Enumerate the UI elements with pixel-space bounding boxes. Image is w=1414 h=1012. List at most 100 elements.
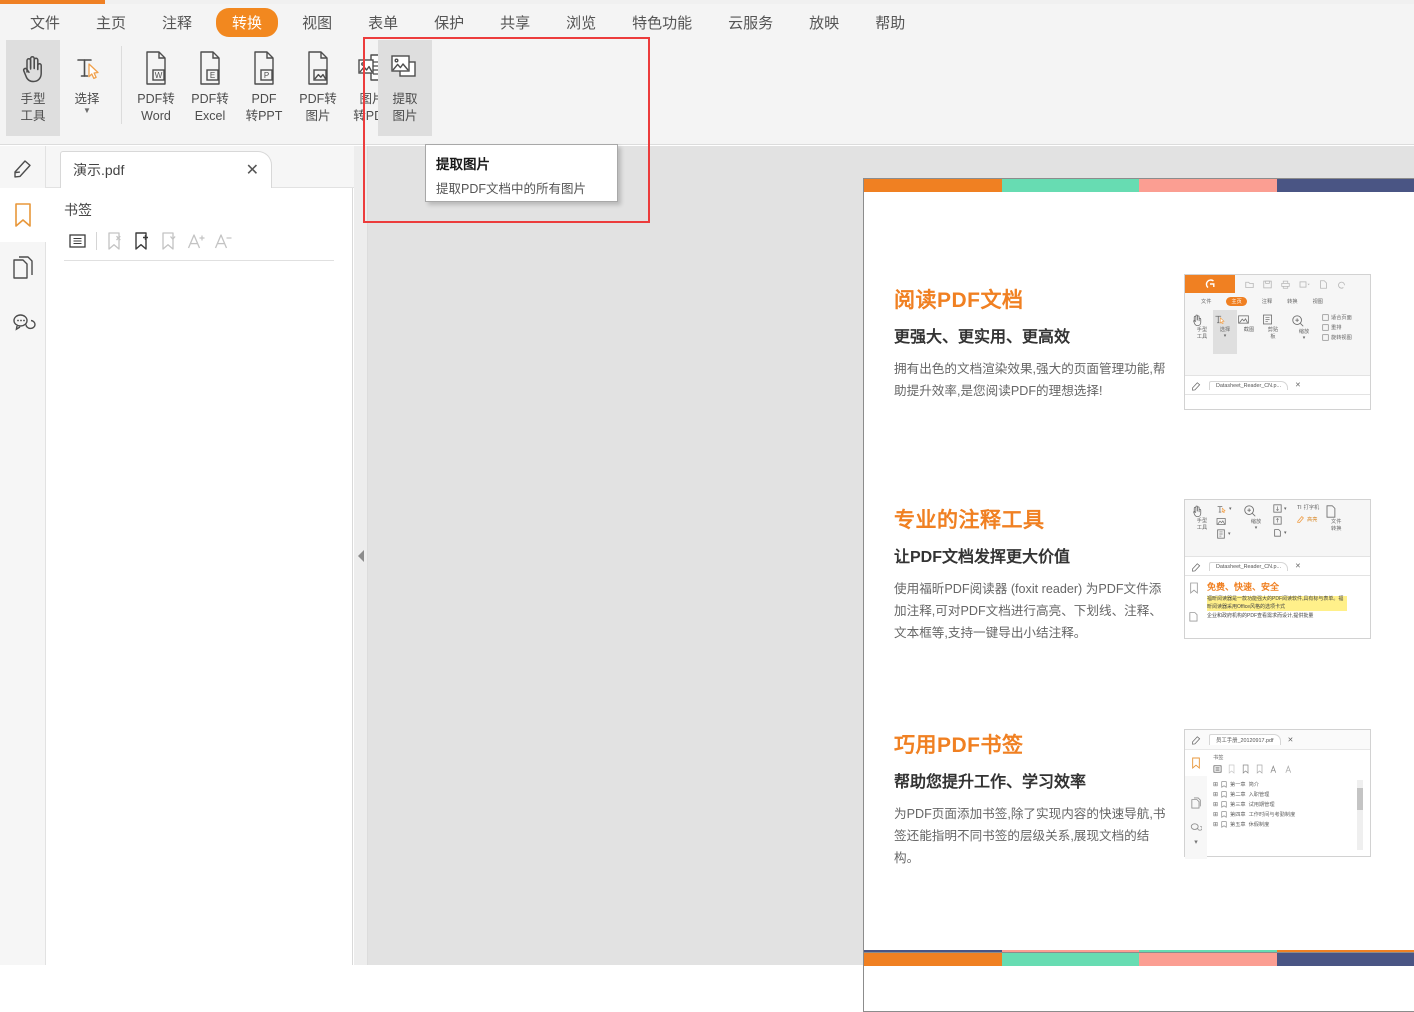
mini2-doc-line-1: 福昕阅读器是一款功能强大的PDF阅读软件,具有标与表单。福昕阅读器采用Offic… <box>1207 596 1347 611</box>
mini-tab-close-3: ✕ <box>1287 736 1294 744</box>
menu-protect[interactable]: 保护 <box>434 8 464 37</box>
mini-tool-zoom-caret: ▾ <box>1302 335 1306 341</box>
menu-home[interactable]: 主页 <box>96 8 126 37</box>
mini3-bm-chapter-1: 第二章 <box>1230 792 1246 798</box>
mini3-bookmark-row[interactable]: ⊞ 第五章 休假制度 <box>1213 821 1370 828</box>
tooltip-title: 提取图片 <box>436 157 490 172</box>
extract-image-label-1: 提取 <box>392 92 418 106</box>
close-icon[interactable]: ✕ <box>246 160 259 180</box>
mini3-bm-title-4: 休假制度 <box>1248 822 1270 828</box>
pdf-to-ppt-button[interactable]: P PDF 转PPT <box>237 40 291 136</box>
mini-reflow: 重排 <box>1331 325 1342 331</box>
mini2-highlight: 高亮 <box>1307 516 1318 523</box>
page2-colorbar-top <box>864 953 1414 966</box>
menu-cloud[interactable]: 云服务 <box>728 8 773 37</box>
mini3-bm-title-3: 工作时间与考勤制度 <box>1248 812 1296 818</box>
menu-present[interactable]: 放映 <box>809 8 839 37</box>
menu-comment[interactable]: 注释 <box>162 8 192 37</box>
font-decrease-icon[interactable] <box>210 228 237 254</box>
mini-tab-filename-2: Datasheet_Reader_CN.p... <box>1209 561 1289 571</box>
menu-help[interactable]: 帮助 <box>875 8 905 37</box>
hand-tool-button[interactable]: 手型 工具 <box>6 40 60 136</box>
select-tool-button[interactable]: 选择 ▼ <box>60 40 114 136</box>
document-tab[interactable]: 演示.pdf ✕ <box>60 151 272 188</box>
pdf-to-word-label-1: PDF转 <box>137 92 175 106</box>
chevron-down-icon[interactable]: ▼ <box>83 107 91 115</box>
mini-rotate-view: 旋转视图 <box>1331 335 1352 341</box>
rail-bookmark-icon[interactable] <box>0 188 46 242</box>
mini2-doc-heading: 免费、快速、安全 <box>1207 582 1280 592</box>
font-increase-icon[interactable] <box>183 228 210 254</box>
pdf-to-excel-icon: E <box>195 46 225 90</box>
select-tool-label: 选择 <box>74 92 100 106</box>
menu-file[interactable]: 文件 <box>30 8 60 37</box>
mini-tool-select: 选择 <box>1219 327 1231 333</box>
mini2-tool-hand-2: 工具 <box>1196 525 1208 531</box>
pdf-to-image-button[interactable]: PDF转 图片 <box>291 40 345 136</box>
menu-convert[interactable]: 转换 <box>216 7 279 37</box>
menu-browse[interactable]: 浏览 <box>566 8 596 37</box>
menu-view[interactable]: 视图 <box>302 8 332 37</box>
mini3-bm-title-1: 入职管理 <box>1248 792 1270 798</box>
panel-collapse-handle[interactable] <box>354 146 368 965</box>
pdf-to-excel-label-1: PDF转 <box>191 92 229 106</box>
mini-menu-view-1: 视图 <box>1312 299 1323 305</box>
pdf-to-word-button[interactable]: W PDF转 Word <box>129 40 183 136</box>
mini3-scrollbar[interactable] <box>1357 780 1363 850</box>
mini3-bookmark-row[interactable]: ⊞ 第二章 入职管理 <box>1213 791 1370 798</box>
chevron-left-icon <box>357 549 364 562</box>
mini3-bookmark-row[interactable]: ⊞ 第一章 简介 <box>1213 781 1370 788</box>
rail-comments-icon[interactable] <box>0 296 46 350</box>
rail-highlight-icon[interactable] <box>0 146 45 188</box>
menu-features[interactable]: 特色功能 <box>632 8 692 37</box>
mini-fit-page: 适合页面 <box>1331 315 1352 321</box>
mini2-tool-zoom: 缩放 <box>1250 519 1262 525</box>
mini-quickbar-1 <box>1185 275 1370 293</box>
pdf-to-image-icon <box>303 46 333 90</box>
svg-text:W: W <box>155 71 163 80</box>
menu-form[interactable]: 表单 <box>368 8 398 37</box>
pdf-to-ppt-icon: P <box>249 46 279 90</box>
mini2-zoom-caret: ▾ <box>1254 525 1258 531</box>
mini-tabbar-1: Datasheet_Reader_CN.p... ✕ <box>1185 375 1370 394</box>
tooltip-description: 提取PDF文档中的所有图片 <box>436 182 587 196</box>
bookmark-panel: 书签 <box>46 188 353 965</box>
pdf-viewer-area: 阅读PDF文档 更强大、更实用、更高效 拥有出色的文档渲染效果,强大的页面管理功… <box>354 146 1414 1012</box>
pdf-to-excel-button[interactable]: E PDF转 Excel <box>183 40 237 136</box>
bookmark-delete-icon[interactable] <box>102 228 129 254</box>
rail-pages-icon[interactable] <box>0 242 46 296</box>
pdf-to-ppt-label-1: PDF <box>251 92 277 106</box>
mini-tool-clipboard-2: 板 <box>1270 334 1276 340</box>
mini-tab-close-1: ✕ <box>1295 382 1301 389</box>
pdf-to-word-label-2: Word <box>141 109 171 123</box>
svg-text:P: P <box>264 71 269 80</box>
mini3-bookmark-row[interactable]: ⊞ 第三章 试用期管理 <box>1213 801 1370 808</box>
mini3-bookmark-row[interactable]: ⊞ 第四章 工作时间与考勤制度 <box>1213 811 1370 818</box>
pdf-to-image-label-1: PDF转 <box>299 92 337 106</box>
mini-tool-hand-1: 手型 <box>1196 327 1208 333</box>
ribbon-group-extract: 提取 图片 <box>378 40 432 145</box>
bookmark-options-icon[interactable] <box>156 228 183 254</box>
mini2-convert-2: 转换 <box>1331 526 1342 532</box>
mini-tab-close-2: ✕ <box>1295 563 1301 570</box>
bookmark-panel-divider <box>64 260 334 261</box>
extract-image-icon <box>388 46 422 90</box>
bookmark-add-icon[interactable] <box>129 228 156 254</box>
document-tab-filename: 演示.pdf <box>73 162 125 178</box>
ribbon-separator <box>121 46 122 124</box>
mini3-bm-title-0: 简介 <box>1248 782 1259 788</box>
extract-image-tooltip: 提取图片 提取PDF文档中的所有图片 <box>425 144 618 202</box>
mini-tabbar-3: 员工手册_20120917.pdf ✕ <box>1185 730 1370 749</box>
ribbon-toolbar: 手型 工具 选择 ▼ W PDF转 Word E PDF转 Excel P PD… <box>0 40 1414 145</box>
extract-image-button[interactable]: 提取 图片 <box>378 40 432 136</box>
mini2-convert-1: 文件 <box>1331 519 1342 525</box>
bookmark-list-icon[interactable] <box>64 228 91 254</box>
menu-share[interactable]: 共享 <box>500 8 530 37</box>
mini3-bm-chapter-2: 第三章 <box>1230 802 1246 808</box>
mini3-bookmark-icon <box>1192 757 1200 769</box>
section-2-screenshot: 手型 工具 ▾ ▾ 缩放 ▾ ▾ ▾ TI 打字机 高亮 文件 转换 Datas… <box>1184 499 1371 639</box>
mini3-bm-chapter-3: 第四章 <box>1230 812 1246 818</box>
hand-tool-label-2: 工具 <box>20 109 46 123</box>
section-3-screenshot: 员工手册_20120917.pdf ✕ ▾ 书签 ⊞ 第一章 简介 ⊞ 第二章 … <box>1184 729 1371 859</box>
mini-menu-convert-1: 转换 <box>1287 299 1298 305</box>
